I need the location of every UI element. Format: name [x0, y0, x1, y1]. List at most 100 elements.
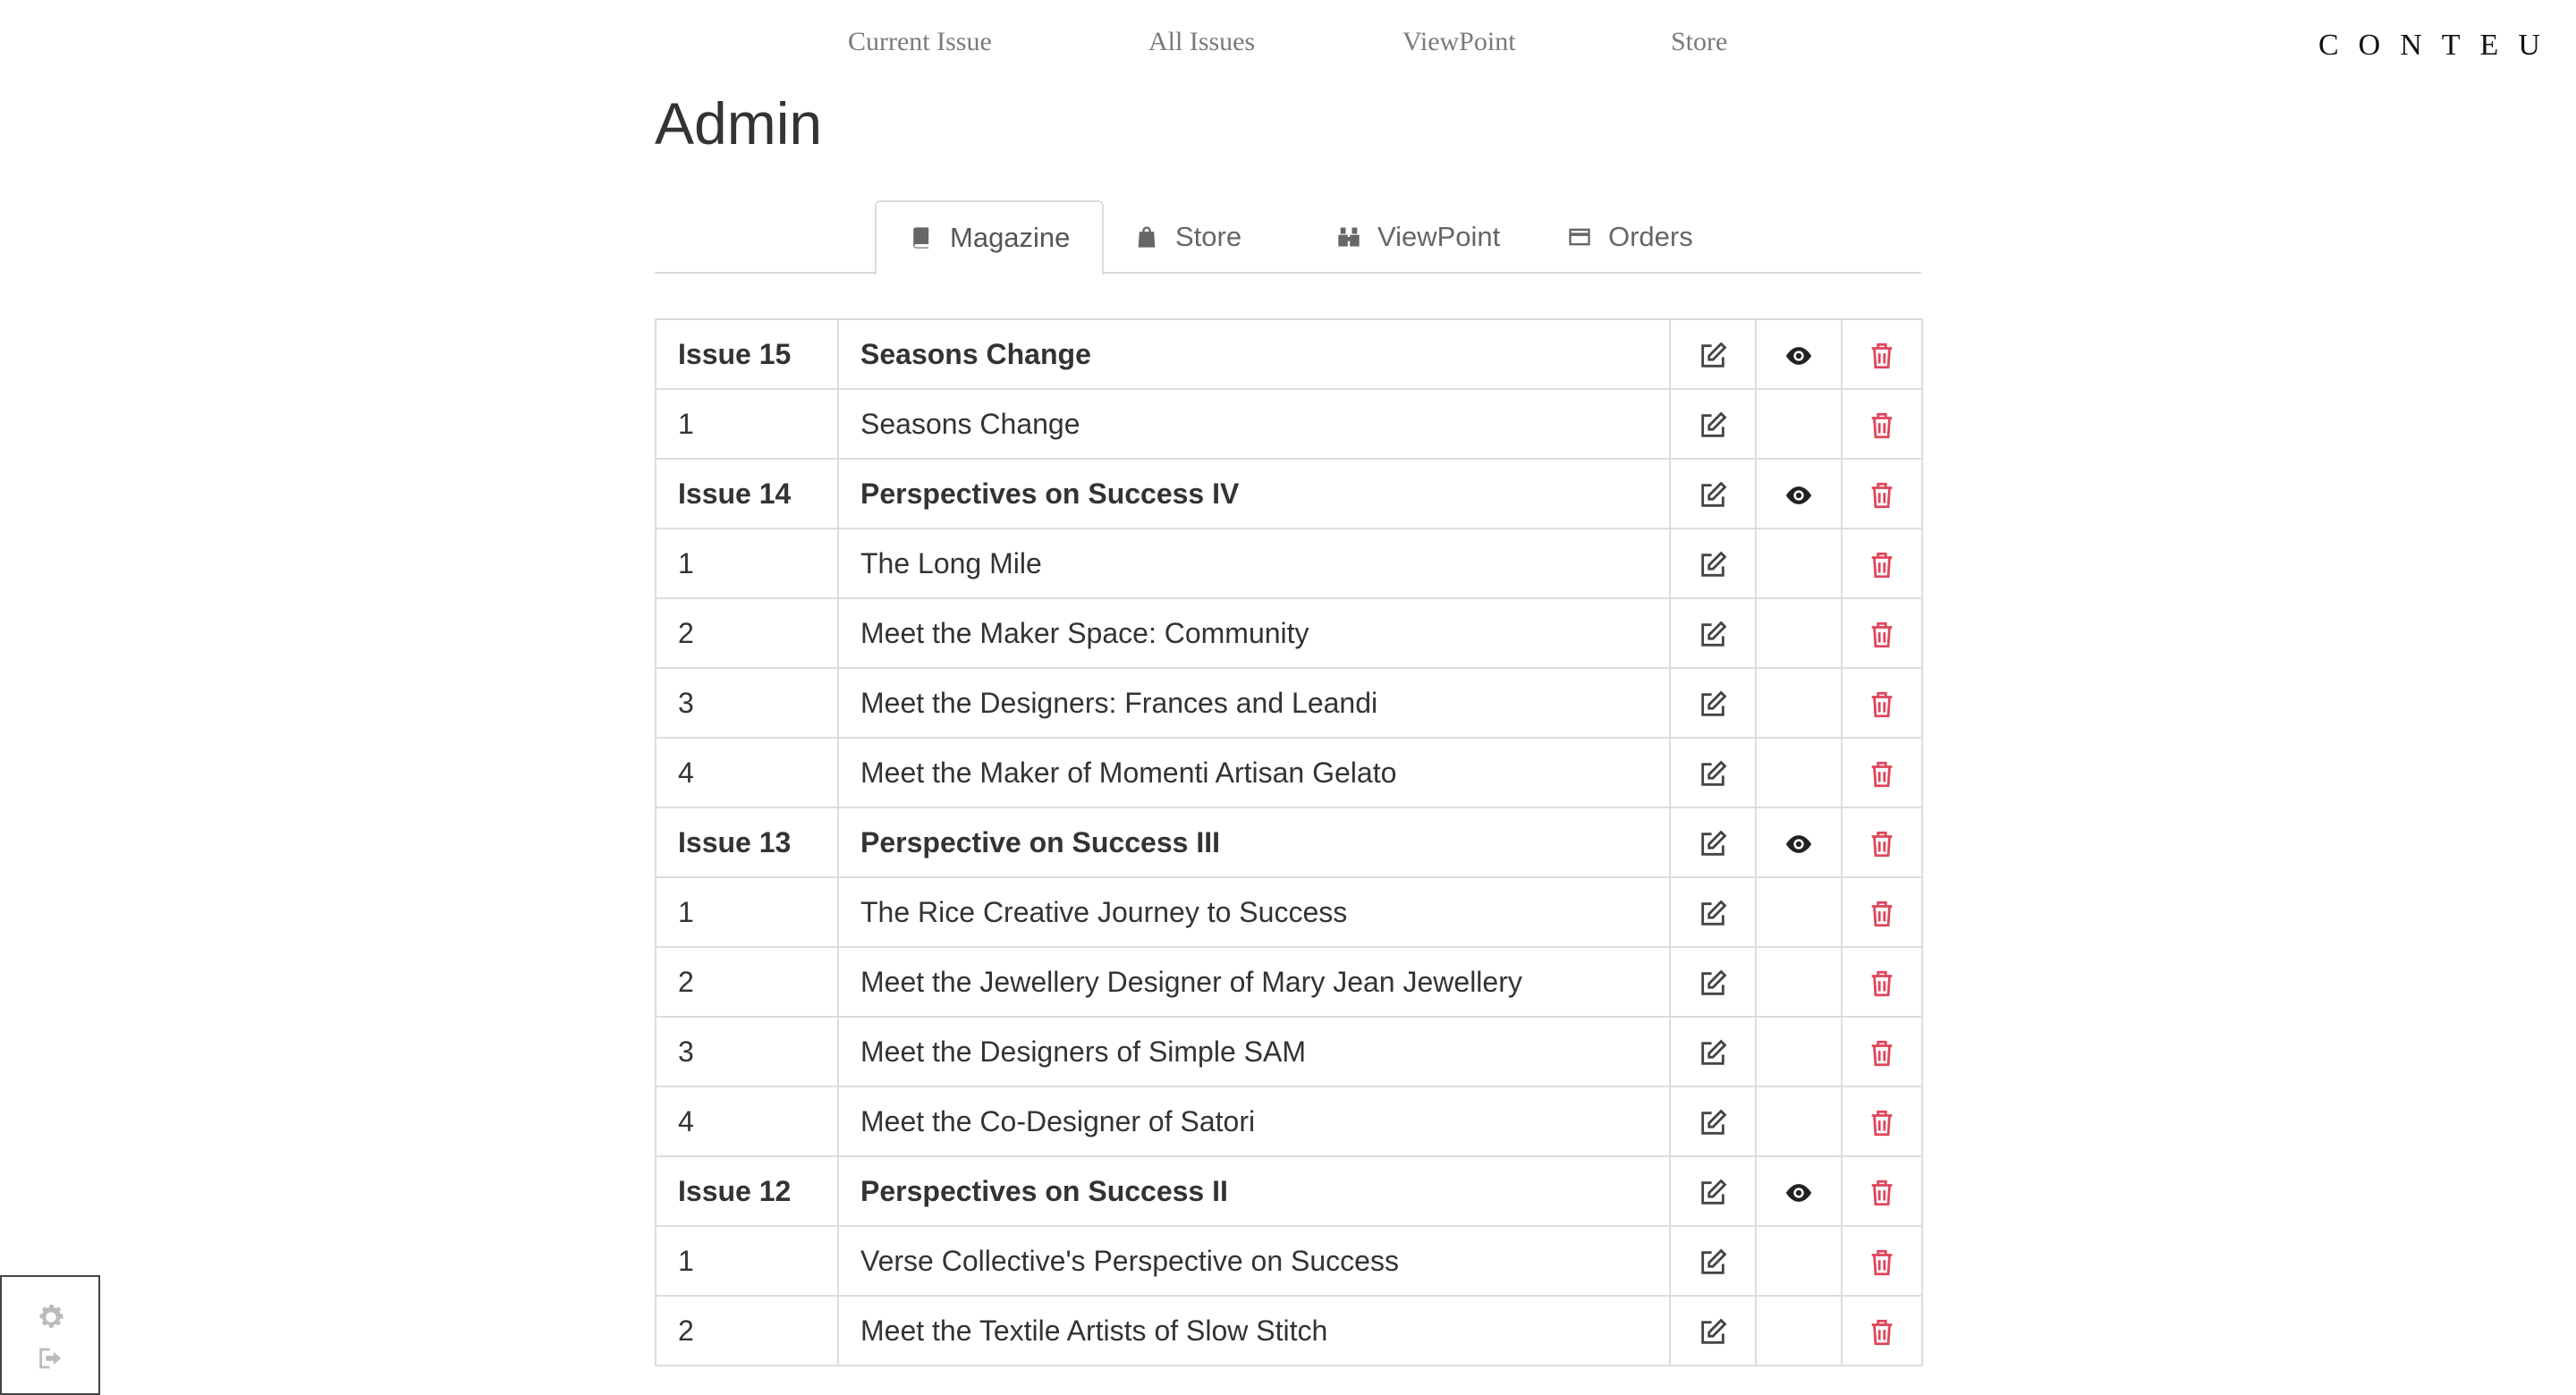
gear-icon[interactable] [36, 1302, 66, 1332]
article-row: 2 Meet the Maker Space: Community [655, 597, 1923, 669]
edit-icon[interactable] [1698, 410, 1728, 441]
delete-cell [1841, 528, 1923, 599]
view-cell [1755, 528, 1843, 599]
eye-icon[interactable] [1784, 341, 1814, 371]
edit-icon[interactable] [1698, 968, 1728, 999]
edit-cell [1669, 1086, 1757, 1157]
article-row: 1 Seasons Change [655, 388, 1923, 460]
edit-icon[interactable] [1698, 899, 1728, 929]
trash-icon[interactable] [1867, 689, 1897, 720]
row-title: Meet the Maker of Momenti Artisan Gelato [837, 737, 1671, 808]
row-title: Meet the Maker Space: Community [837, 597, 1671, 669]
row-title: The Rice Creative Journey to Success [837, 876, 1671, 948]
nav-viewpoint[interactable]: ViewPoint [1402, 27, 1516, 57]
sign-out-icon[interactable] [36, 1343, 66, 1374]
edit-cell [1669, 597, 1757, 669]
row-title: Meet the Co-Designer of Satori [837, 1086, 1671, 1157]
tab-magazine[interactable]: Magazine [875, 200, 1105, 275]
tab-store[interactable]: Store [1102, 200, 1274, 274]
trash-icon[interactable] [1867, 899, 1897, 929]
edit-cell [1669, 876, 1757, 948]
tab-label: Orders [1608, 221, 1693, 252]
view-cell [1755, 597, 1843, 669]
admin-corner-panel [0, 1275, 100, 1395]
row-title: Meet the Designers: Frances and Leandi [837, 667, 1671, 739]
edit-icon[interactable] [1698, 1038, 1728, 1069]
trash-icon[interactable] [1867, 341, 1897, 371]
trash-icon[interactable] [1867, 1247, 1897, 1278]
edit-cell [1669, 1016, 1757, 1087]
delete-cell [1841, 667, 1923, 739]
row-number: 2 [655, 946, 839, 1018]
credit-card-icon [1569, 228, 1590, 246]
admin-tabs: Magazine Store ViewPoint Orders [655, 200, 1921, 275]
view-cell [1755, 1225, 1843, 1297]
edit-cell [1669, 1155, 1757, 1227]
issue-row: Issue 12 Perspectives on Success II [655, 1155, 1923, 1227]
issue-row: Issue 13 Perspective on Success III [655, 807, 1923, 878]
binoculars-icon [1338, 227, 1360, 247]
edit-icon[interactable] [1698, 620, 1728, 650]
nav-all-issues[interactable]: All Issues [1148, 27, 1255, 57]
row-title: Verse Collective's Perspective on Succes… [837, 1225, 1671, 1297]
trash-icon[interactable] [1867, 410, 1897, 441]
trash-icon[interactable] [1867, 1038, 1897, 1069]
trash-icon[interactable] [1867, 1317, 1897, 1348]
trash-icon[interactable] [1867, 1178, 1897, 1208]
row-number: 2 [655, 1295, 839, 1366]
nav-store[interactable]: Store [1671, 27, 1727, 57]
trash-icon[interactable] [1867, 968, 1897, 999]
edit-icon[interactable] [1698, 689, 1728, 720]
trash-icon[interactable] [1867, 620, 1897, 650]
delete-cell [1841, 1016, 1923, 1087]
row-title: Perspectives on Success IV [837, 458, 1671, 529]
trash-icon[interactable] [1867, 829, 1897, 859]
tab-viewpoint[interactable]: ViewPoint [1304, 200, 1532, 274]
edit-icon[interactable] [1698, 480, 1728, 511]
delete-cell [1841, 876, 1923, 948]
delete-cell [1841, 1225, 1923, 1297]
edit-icon[interactable] [1698, 341, 1728, 371]
article-row: 4 Meet the Co-Designer of Satori [655, 1086, 1923, 1157]
eye-icon[interactable] [1784, 829, 1814, 859]
edit-icon[interactable] [1698, 550, 1728, 580]
row-number: 4 [655, 737, 839, 808]
eye-icon[interactable] [1784, 480, 1814, 511]
edit-icon[interactable] [1698, 759, 1728, 790]
delete-cell [1841, 737, 1923, 808]
edit-icon[interactable] [1698, 829, 1728, 859]
row-title: Meet the Textile Artists of Slow Stitch [837, 1295, 1671, 1366]
issue-row: Issue 15 Seasons Change [655, 318, 1923, 390]
view-cell [1755, 388, 1843, 460]
tab-orders[interactable]: Orders [1535, 200, 1725, 274]
row-title: Meet the Jewellery Designer of Mary Jean… [837, 946, 1671, 1018]
site-logo[interactable]: CONTEU [2318, 29, 2560, 63]
edit-cell [1669, 1295, 1757, 1366]
edit-icon[interactable] [1698, 1247, 1728, 1278]
delete-cell [1841, 1295, 1923, 1366]
row-number: 4 [655, 1086, 839, 1157]
edit-icon[interactable] [1698, 1317, 1728, 1348]
row-number: Issue 12 [655, 1155, 839, 1227]
view-cell [1755, 1295, 1843, 1366]
row-title: Seasons Change [837, 388, 1671, 460]
trash-icon[interactable] [1867, 550, 1897, 580]
view-cell [1755, 807, 1843, 878]
trash-icon[interactable] [1867, 759, 1897, 790]
edit-icon[interactable] [1698, 1178, 1728, 1208]
row-number: 1 [655, 528, 839, 599]
edit-cell [1669, 946, 1757, 1018]
article-row: 3 Meet the Designers of Simple SAM [655, 1016, 1923, 1087]
article-row: 2 Meet the Jewellery Designer of Mary Jea… [655, 946, 1923, 1018]
edit-cell [1669, 737, 1757, 808]
article-row: 1 Verse Collective's Perspective on Succe… [655, 1225, 1923, 1297]
trash-icon[interactable] [1867, 480, 1897, 511]
delete-cell [1841, 1155, 1923, 1227]
row-number: 3 [655, 1016, 839, 1087]
trash-icon[interactable] [1867, 1108, 1897, 1138]
row-title: The Long Mile [837, 528, 1671, 599]
nav-current-issue[interactable]: Current Issue [848, 27, 992, 57]
edit-cell [1669, 458, 1757, 529]
eye-icon[interactable] [1784, 1178, 1814, 1208]
edit-icon[interactable] [1698, 1108, 1728, 1138]
